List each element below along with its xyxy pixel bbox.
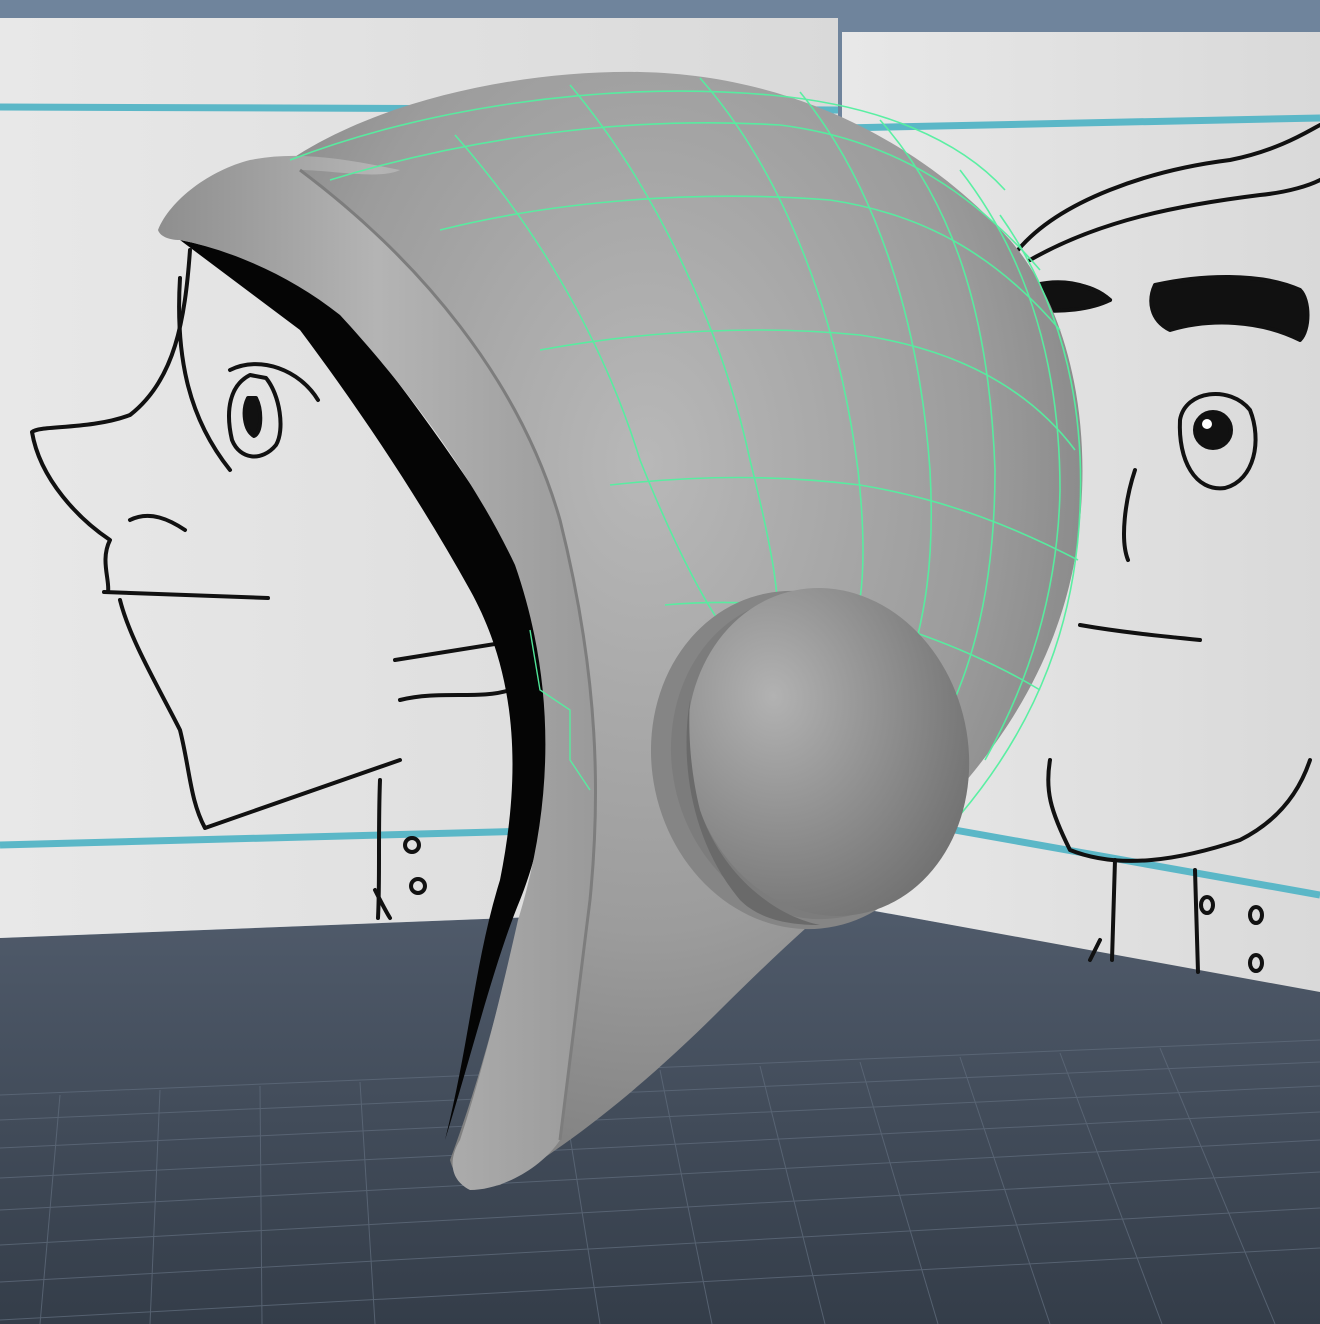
viewport-canvas[interactable] — [0, 0, 1320, 1324]
maya-3d-viewport[interactable] — [0, 0, 1320, 1324]
